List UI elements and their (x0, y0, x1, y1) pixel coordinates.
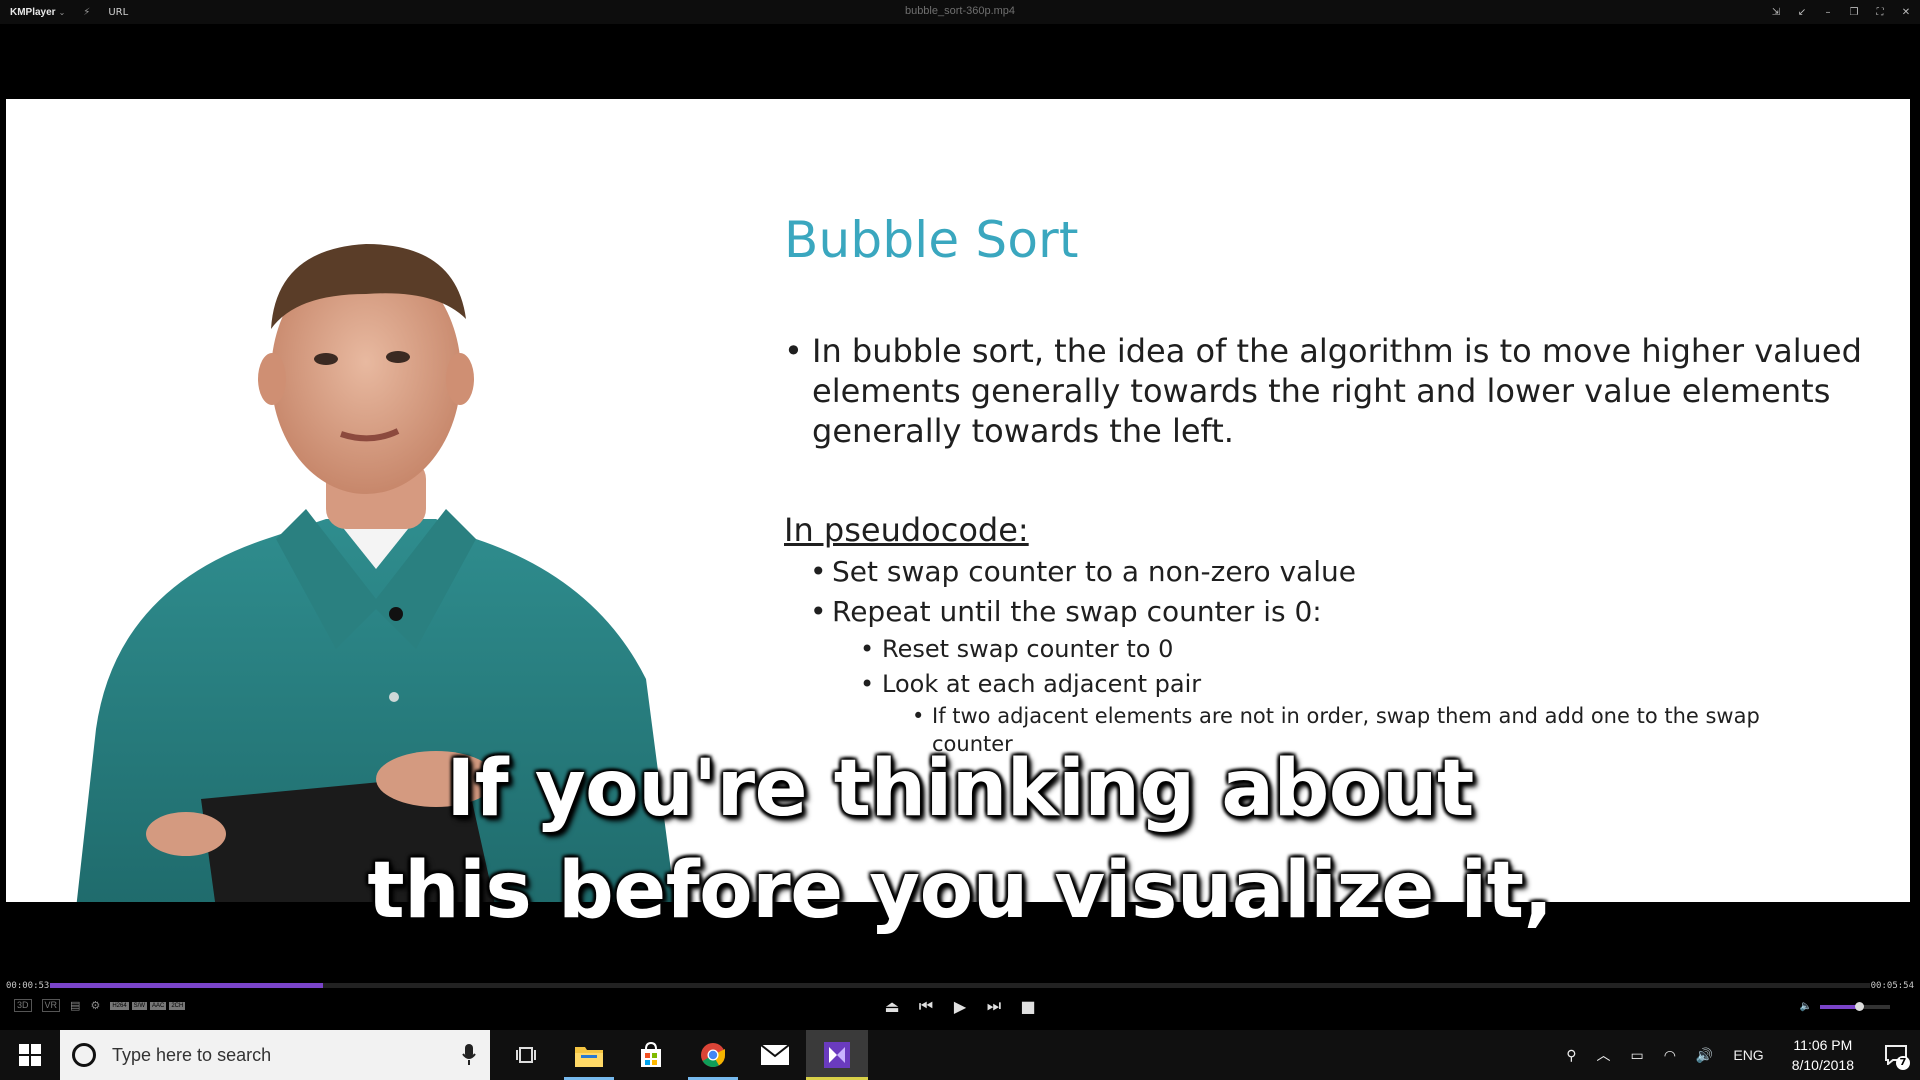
main-bullet-line: elements generally towards the right and… (812, 372, 1831, 410)
bullet-icon: • (810, 555, 827, 588)
pseudocode-item: • Set swap counter to a non-zero value (810, 555, 1356, 588)
bullet-icon: • (784, 332, 803, 370)
file-explorer-button[interactable] (558, 1030, 620, 1080)
microphone-icon[interactable] (462, 1044, 476, 1066)
bullet-icon: • (860, 670, 875, 698)
folder-icon (575, 1047, 603, 1067)
app-menu[interactable]: KMPlayer ⌄ (10, 7, 65, 18)
store-icon (641, 1042, 661, 1067)
pseudocode-item: • Look at each adjacent pair (860, 670, 1202, 698)
input-language[interactable]: ENG (1723, 1030, 1773, 1080)
pseudocode-heading: In pseudocode: (784, 511, 1029, 549)
url-button[interactable]: URL (108, 7, 128, 18)
windows-logo-icon (19, 1044, 41, 1066)
action-center-button[interactable]: 7 (1872, 1030, 1920, 1080)
clock[interactable]: 11:06 PM 8/10/2018 (1774, 1035, 1872, 1075)
slide-main-bullet: • In bubble sort, the idea of the algori… (784, 331, 1894, 451)
restore-icon[interactable]: ❐ (1848, 6, 1860, 18)
previous-icon[interactable]: ⏮ (918, 996, 934, 1015)
seek-bar[interactable]: 00:00:53 00:05:54 (0, 978, 1920, 992)
vr-button[interactable]: VR (41, 999, 61, 1012)
speaker-icon[interactable]: 🔊 (1686, 1030, 1723, 1080)
title-bar: KMPlayer ⌄ ⚡ URL bubble_sort-360p.mp4 ⇲ ↙… (0, 0, 1920, 24)
total-time: 00:05:54 (1870, 981, 1914, 991)
chrome-button[interactable] (682, 1030, 744, 1080)
eject-icon[interactable]: ⏏ (884, 997, 900, 1016)
task-view-icon (516, 1047, 536, 1063)
microsoft-store-button[interactable] (620, 1030, 682, 1080)
start-button[interactable] (0, 1030, 60, 1080)
mini-mode-icon[interactable]: ↙ (1796, 6, 1808, 18)
subtitle-line: If you're thinking about (446, 744, 1474, 834)
chevron-up-icon[interactable]: ︿ (1586, 1030, 1620, 1080)
pseudocode-item: • Repeat until the swap counter is 0: (810, 595, 1322, 628)
wifi-icon[interactable]: ◠ (1654, 1030, 1686, 1080)
clock-time: 11:06 PM (1793, 1037, 1853, 1053)
bullet-icon: • (860, 635, 875, 663)
close-icon[interactable]: ✕ (1900, 6, 1912, 18)
3d-button[interactable]: 3D (14, 999, 32, 1012)
notification-count: 7 (1896, 1056, 1910, 1070)
chevron-down-icon: ⌄ (58, 7, 66, 17)
pseudocode-item: • If two adjacent elements are not in ord… (912, 704, 1760, 728)
codec-badge: S/W (131, 1001, 147, 1010)
volume-icon[interactable]: 🔈 (1800, 1001, 1812, 1012)
pseudocode-item: • Reset swap counter to 0 (860, 635, 1174, 663)
bullet-icon: • (810, 595, 827, 628)
main-bullet-line: generally towards the left. (812, 412, 1234, 450)
bullet-icon: • (912, 704, 925, 728)
volume-knob[interactable] (1854, 1001, 1864, 1011)
fullscreen-icon[interactable]: ⛶ (1874, 6, 1886, 18)
app-name: KMPlayer (10, 6, 56, 18)
kmplayer-icon (824, 1042, 850, 1068)
control-bar: 3D VR ▤ ⚙ H264 S/W AAC 2CH ⏏ ⏮ ▶ ⏭ ■ 🔈 (0, 992, 1920, 1020)
stop-icon[interactable]: ■ (1020, 997, 1036, 1016)
codec-badge: AAC (150, 1001, 167, 1010)
play-icon[interactable]: ▶ (952, 997, 968, 1016)
next-icon[interactable]: ⏭ (986, 996, 1002, 1015)
lightning-icon[interactable]: ⚡ (83, 7, 90, 18)
seek-track[interactable] (50, 983, 1870, 988)
main-bullet-line: In bubble sort, the idea of the algorith… (812, 332, 1862, 370)
slide-title: Bubble Sort (784, 211, 1079, 269)
seek-progress (50, 983, 323, 988)
taskbar: Type here to search ⚲ ︿ ▭ ◠ 🔊 ENG 11:06 … (0, 1030, 1920, 1080)
playlist-icon[interactable]: ▤ (70, 999, 80, 1012)
subtitle-line: this before you visualize it, (367, 846, 1553, 936)
kmplayer-taskbar-button[interactable] (806, 1030, 868, 1080)
search-placeholder: Type here to search (112, 1044, 272, 1065)
taskbar-search[interactable]: Type here to search (60, 1030, 490, 1080)
codec-badge: 2CH (169, 1001, 186, 1010)
chrome-icon (701, 1043, 725, 1068)
people-icon[interactable]: ⚲ (1556, 1030, 1586, 1080)
mail-icon (761, 1045, 789, 1065)
settings-gear-icon[interactable]: ⚙ (90, 999, 100, 1012)
codec-badge: H264 (110, 1001, 129, 1010)
window-title: bubble_sort-360p.mp4 (904, 5, 1016, 17)
elapsed-time: 00:00:53 (6, 981, 50, 991)
mail-button[interactable] (744, 1030, 806, 1080)
codec-badges: H264 S/W AAC 2CH (110, 1001, 186, 1010)
volume-level (1820, 1004, 1859, 1009)
video-area[interactable]: Bubble Sort • In bubble sort, the idea o… (6, 24, 1914, 980)
clock-date: 8/10/2018 (1791, 1057, 1854, 1073)
task-view-button[interactable] (496, 1030, 558, 1080)
pin-icon[interactable]: ⇲ (1770, 6, 1782, 18)
minimize-icon[interactable]: – (1822, 6, 1834, 18)
cortana-icon (72, 1043, 96, 1067)
volume-slider[interactable] (1820, 1001, 1890, 1011)
battery-icon[interactable]: ▭ (1620, 1030, 1653, 1080)
